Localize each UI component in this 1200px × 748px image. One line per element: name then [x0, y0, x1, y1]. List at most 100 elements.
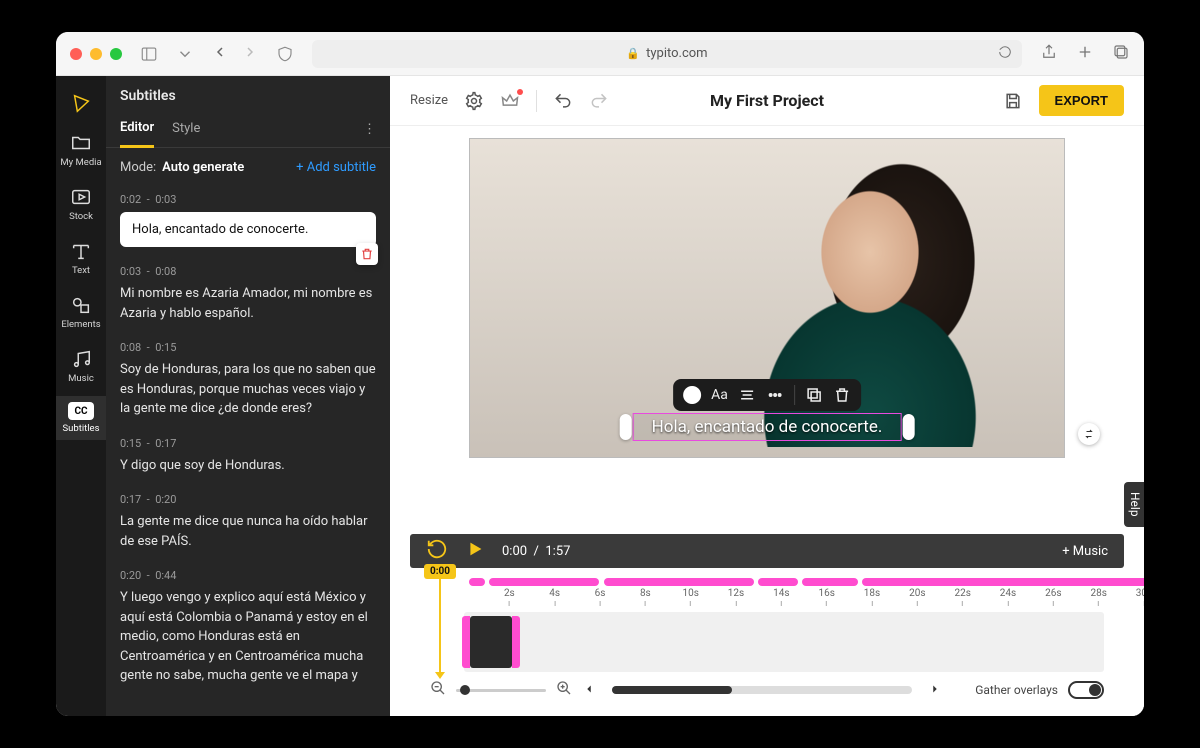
project-title[interactable]: My First Project [710, 91, 824, 110]
zoom-in-button[interactable] [556, 680, 572, 700]
subtitle-entry[interactable]: 0:15 - 0:17 Y digo que soy de Honduras. [116, 431, 380, 488]
url-text: typito.com [646, 46, 707, 61]
play-button[interactable] [464, 538, 486, 564]
chevron-down-icon[interactable] [176, 45, 194, 63]
divider [536, 90, 537, 112]
rail-elements[interactable]: Elements [56, 288, 106, 336]
timeline-controls: Gather overlays [430, 680, 1104, 706]
tabs-icon[interactable] [1112, 43, 1130, 65]
playbar: 0:00 / 1:57 + Music [410, 534, 1124, 568]
tab-style[interactable]: Style [172, 113, 200, 146]
timeline-segment[interactable] [802, 578, 858, 586]
ruler-tick: 26s [1045, 588, 1061, 606]
browser-chrome: 🔒 typito.com [56, 32, 1144, 76]
ruler-tick: 2s [504, 588, 515, 606]
ruler-tick: 22s [954, 588, 970, 606]
subtitle-entry[interactable]: 0:02 - 0:03 Hola, encantado de conocerte… [116, 187, 380, 259]
settings-icon[interactable] [464, 91, 484, 111]
ruler-tick: 12s [728, 588, 744, 606]
swap-icon[interactable] [1078, 423, 1100, 445]
forward-button[interactable] [242, 44, 258, 64]
scroll-left-button[interactable] [582, 681, 596, 700]
rail-label: My Media [60, 157, 101, 168]
delete-caption-icon[interactable] [833, 386, 851, 404]
playhead[interactable]: 0:00 [424, 564, 456, 679]
ruler-tick: 28s [1090, 588, 1106, 606]
tab-editor[interactable]: Editor [120, 112, 154, 148]
top-toolbar: Resize My First Project EXPORT [390, 76, 1144, 126]
rail-label: Text [72, 265, 90, 276]
rail-music[interactable]: Music [56, 342, 106, 390]
timeline-ruler: 2s4s6s8s10s12s14s16s18s20s22s24s26s28s30… [464, 588, 1104, 612]
timeline-clip[interactable] [470, 616, 512, 668]
sidebar-toggle-icon[interactable] [140, 45, 158, 63]
ruler-tick: 30s [1136, 588, 1144, 606]
help-tab[interactable]: Help [1124, 482, 1144, 527]
mode-value[interactable]: Auto generate [162, 160, 244, 175]
delete-subtitle-button[interactable] [356, 243, 378, 265]
subtitle-entry[interactable]: 0:08 - 0:15 Soy de Honduras, para los qu… [116, 335, 380, 431]
rewind-button[interactable] [426, 538, 448, 564]
maximize-window-button[interactable] [110, 48, 122, 60]
duplicate-icon[interactable] [805, 386, 823, 404]
rail-stock[interactable]: Stock [56, 180, 106, 228]
zoom-out-button[interactable] [430, 680, 446, 700]
more-icon[interactable] [766, 386, 784, 404]
timeline-segments [464, 578, 1104, 588]
subtitles-panel: Subtitles Editor Style ⋮ Mode: Auto gene… [106, 76, 390, 716]
rail-text[interactable]: Text [56, 234, 106, 282]
subtitle-entry[interactable]: 0:03 - 0:08 Mi nombre es Azaria Amador, … [116, 259, 380, 335]
resize-handle-right[interactable] [902, 414, 914, 440]
url-bar[interactable]: 🔒 typito.com [312, 40, 1022, 68]
undo-button[interactable] [553, 91, 573, 111]
ruler-tick: 4s [549, 588, 560, 606]
rail-label: Elements [61, 319, 100, 330]
subtitle-times: 0:08 - 0:15 [120, 341, 376, 360]
tab-menu-icon[interactable]: ⋮ [363, 122, 376, 137]
rail-subtitles[interactable]: CC Subtitles [56, 396, 106, 440]
subtitle-text-input[interactable]: Hola, encantado de conocerte. [120, 212, 376, 247]
add-music-button[interactable]: + Music [1062, 544, 1108, 559]
timeline-segment[interactable] [758, 578, 798, 586]
rail-main[interactable] [56, 86, 106, 120]
redo-button[interactable] [589, 91, 609, 111]
timeline-segment[interactable] [489, 578, 599, 586]
subtitle-text: Mi nombre es Azaria Amador, mi nombre es… [120, 284, 376, 323]
ruler-tick: 10s [682, 588, 698, 606]
close-window-button[interactable] [70, 48, 82, 60]
lock-icon: 🔒 [626, 47, 640, 60]
app-body: My Media Stock Text Elements Music CC Su… [56, 76, 1144, 716]
align-icon[interactable] [738, 386, 756, 404]
minimize-window-button[interactable] [90, 48, 102, 60]
add-subtitle-button[interactable]: + Add subtitle [296, 160, 376, 175]
ruler-tick: 8s [640, 588, 651, 606]
shield-icon[interactable] [276, 45, 294, 63]
gather-overlays-toggle[interactable] [1068, 681, 1104, 699]
gather-overlays-label: Gather overlays [975, 683, 1058, 697]
export-button[interactable]: EXPORT [1039, 85, 1124, 116]
timeline-segment[interactable] [469, 578, 485, 586]
zoom-slider[interactable] [456, 689, 546, 692]
video-preview[interactable]: Aa Hola, encantado de conocerte. [469, 138, 1065, 458]
subtitle-entry[interactable]: 0:20 - 0:44 Y luego vengo y explico aquí… [116, 563, 380, 698]
timeline-segment[interactable] [604, 578, 754, 586]
new-tab-icon[interactable] [1076, 43, 1094, 65]
timeline-track[interactable] [464, 612, 1104, 672]
save-icon[interactable] [1003, 91, 1023, 111]
subtitle-entry[interactable]: 0:17 - 0:20 La gente me dice que nunca h… [116, 487, 380, 563]
timeline-segment[interactable] [862, 578, 1144, 586]
resize-button[interactable]: Resize [410, 93, 448, 108]
crown-icon[interactable] [500, 91, 520, 111]
scroll-right-button[interactable] [928, 681, 942, 700]
refresh-icon[interactable] [998, 45, 1012, 63]
timeline-scrollbar[interactable] [612, 686, 912, 694]
share-icon[interactable] [1040, 43, 1058, 65]
color-swatch[interactable] [683, 386, 701, 404]
ruler-tick: 20s [909, 588, 925, 606]
caption-overlay[interactable]: Hola, encantado de conocerte. [633, 413, 902, 441]
resize-handle-left[interactable] [620, 414, 632, 440]
font-button[interactable]: Aa [711, 387, 728, 403]
back-button[interactable] [212, 44, 228, 64]
subtitle-times: 0:15 - 0:17 [120, 437, 376, 456]
rail-mymedia[interactable]: My Media [56, 126, 106, 174]
